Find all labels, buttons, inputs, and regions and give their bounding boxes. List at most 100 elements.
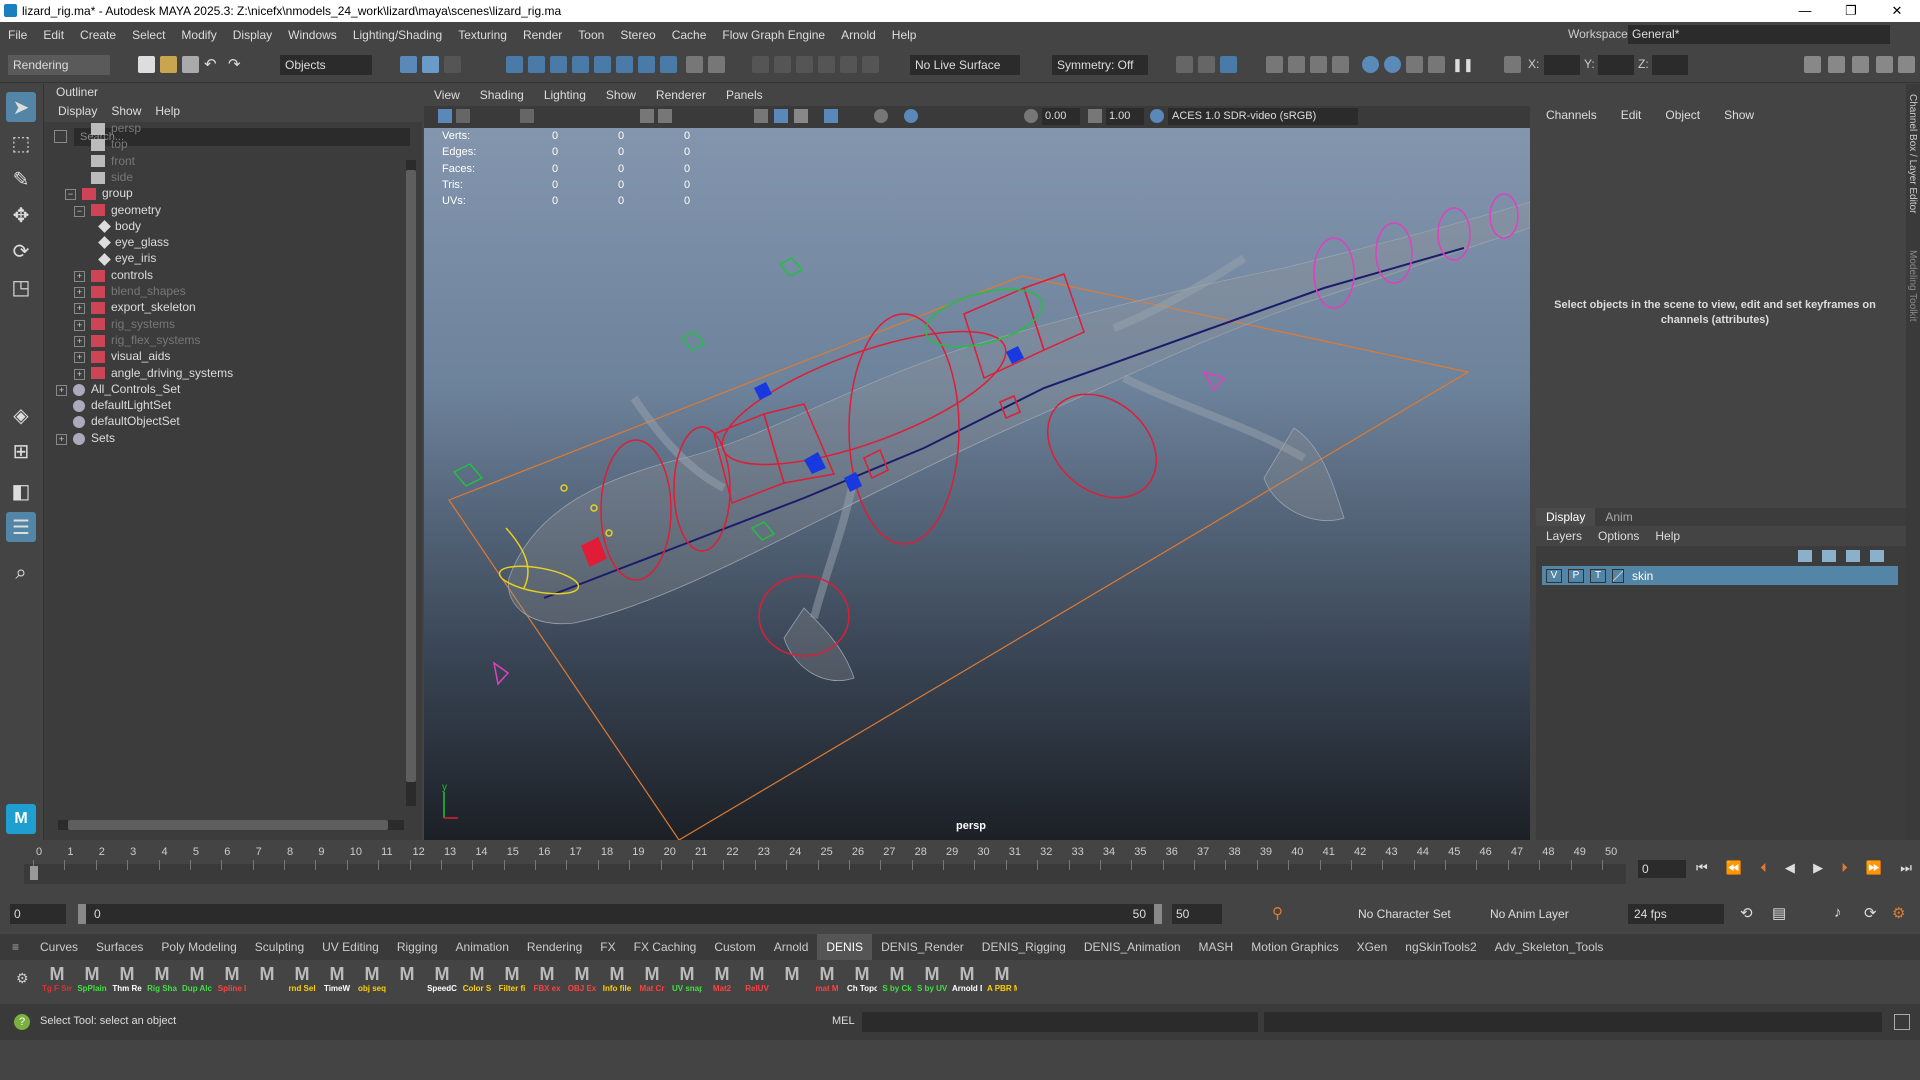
expand-toggle-icon[interactable]: + — [74, 352, 85, 364]
current-time-indicator[interactable] — [30, 866, 38, 880]
shelf-tab-denis-animation[interactable]: DENIS_Animation — [1075, 934, 1190, 960]
shelf-tab-rendering[interactable]: Rendering — [518, 934, 591, 960]
outliner-vscroll-thumb[interactable] — [406, 170, 416, 782]
outliner-item-top[interactable]: top — [74, 136, 128, 152]
shelf-button-spline-i[interactable]: M Spline I — [217, 964, 247, 996]
outliner-item-front[interactable]: front — [74, 153, 135, 169]
save-scene-icon[interactable] — [182, 56, 199, 73]
channel-menu-channels[interactable]: Channels — [1536, 108, 1611, 122]
snap-grid-icon[interactable] — [506, 56, 523, 73]
shelf-button-info-file[interactable]: M Info file — [602, 964, 632, 996]
exposure-field[interactable]: 0.00 — [1042, 108, 1080, 125]
shelf-button-obj-ex[interactable]: M OBJ Ex — [567, 964, 597, 996]
maya-home-icon[interactable]: M — [6, 804, 36, 834]
outliner-item-all-controls-set[interactable]: + All_Controls_Set — [56, 381, 180, 397]
menu-display[interactable]: Display — [225, 28, 280, 42]
x-field[interactable] — [1544, 55, 1580, 75]
step-back-frame-icon[interactable]: ⏴ — [1760, 860, 1767, 878]
film-gate-icon[interactable] — [658, 109, 672, 123]
arnold-render-icon[interactable] — [1362, 56, 1379, 73]
new-scene-icon[interactable] — [138, 56, 155, 73]
persp-outliner-layout-icon[interactable]: ◧ — [6, 476, 36, 506]
shelf-tab-custom[interactable]: Custom — [705, 934, 764, 960]
character-controls-icon[interactable] — [1828, 56, 1845, 73]
shelf-button-tool[interactable]: M — [777, 964, 807, 996]
symmetry-select[interactable]: Symmetry: Off — [1052, 55, 1148, 75]
shelf-tab-mash[interactable]: MASH — [1190, 934, 1243, 960]
shelf-button-s-by-ck[interactable]: MS by Ck — [882, 964, 912, 996]
menu-render[interactable]: Render — [515, 28, 570, 42]
expand-toggle-icon[interactable]: + — [56, 433, 67, 445]
menu-windows[interactable]: Windows — [280, 28, 345, 42]
animation-start-field[interactable]: 0 — [10, 904, 66, 924]
snap-point-icon[interactable] — [550, 56, 567, 73]
shelf-button-tg-f-sm[interactable]: M Tg F Sm — [42, 964, 72, 996]
render-view-icon[interactable] — [1176, 56, 1193, 73]
expand-toggle-icon[interactable]: + — [74, 335, 85, 347]
menu-modify[interactable]: Modify — [173, 28, 224, 42]
wireframe-icon[interactable] — [754, 109, 768, 123]
hypershade-icon[interactable] — [1288, 56, 1305, 73]
shelf-tab-poly-modeling[interactable]: Poly Modeling — [152, 934, 245, 960]
snap-help-icon[interactable] — [660, 56, 677, 73]
transform-mode-icon[interactable] — [1504, 56, 1521, 73]
new-layer-selected-icon[interactable] — [1870, 550, 1884, 562]
menu-stereo[interactable]: Stereo — [612, 28, 663, 42]
shelf-menu-icon[interactable]: ≡ — [0, 934, 31, 960]
outliner-item-side[interactable]: side — [74, 169, 133, 185]
render-frame-icon[interactable] — [1198, 56, 1215, 73]
lighting-icon[interactable] — [874, 109, 888, 123]
reflection-icon[interactable] — [862, 56, 879, 73]
outliner-menu-show[interactable]: Show — [97, 100, 141, 122]
layer-display-type-toggle[interactable]: T — [1590, 568, 1606, 583]
channel-menu-edit[interactable]: Edit — [1611, 108, 1656, 122]
bookmark-icon[interactable] — [520, 109, 534, 123]
shelf-tab-surfaces[interactable]: Surfaces — [87, 934, 152, 960]
new-empty-layer-icon[interactable] — [1846, 550, 1860, 562]
snap-view-plane-icon[interactable] — [594, 56, 611, 73]
redo-icon[interactable]: ↷ — [228, 56, 245, 73]
gamma-field[interactable]: 1.00 — [1106, 108, 1144, 125]
snap-grid2-icon[interactable] — [638, 56, 655, 73]
shelf-tab-uv-editing[interactable]: UV Editing — [313, 934, 388, 960]
shelf-button-spplain[interactable]: M SpPlain — [77, 964, 107, 996]
shelf-tab-sculpting[interactable]: Sculpting — [246, 934, 313, 960]
viewport-menu-view[interactable]: View — [424, 88, 470, 102]
render-settings-icon[interactable] — [1266, 56, 1283, 73]
menu-texturing[interactable]: Texturing — [450, 28, 515, 42]
lock-icon[interactable] — [686, 56, 703, 73]
smooth-shade-icon[interactable] — [774, 109, 788, 123]
outliner-item-rig-flex-systems[interactable]: + rig_flex_systems — [74, 332, 200, 348]
range-slider[interactable]: 0 50 — [78, 904, 1162, 924]
channel-menu-object[interactable]: Object — [1655, 108, 1714, 122]
step-forward-key-icon[interactable]: ⏩ — [1866, 860, 1882, 878]
menu-select[interactable]: Select — [124, 28, 173, 42]
shelf-button-color-s[interactable]: M Color S — [462, 964, 492, 996]
timeline-track[interactable] — [24, 864, 1626, 884]
outliner-menu-display[interactable]: Display — [44, 100, 97, 122]
outliner-item-controls[interactable]: + controls — [74, 267, 153, 283]
command-line-input[interactable] — [862, 1012, 1258, 1032]
viewport-menu-shading[interactable]: Shading — [470, 88, 534, 102]
time-slider[interactable]: 0 1 2 3 4 5 6 7 8 9 10 11 12 13 14 15 16 17 18 19 20 21 22 23 24… — [0, 842, 1920, 894]
channel-box-icon[interactable] — [1898, 56, 1915, 73]
command-language-label[interactable]: MEL — [832, 1015, 855, 1027]
script-editor-icon[interactable] — [1894, 1014, 1910, 1030]
light-editor-icon[interactable] — [1332, 56, 1349, 73]
view-transform-select[interactable]: ACES 1.0 SDR-video (sRGB) — [1168, 108, 1358, 125]
shelf-button-uv-snap[interactable]: M UV snap — [672, 964, 702, 996]
soft-select-icon[interactable] — [840, 56, 857, 73]
outliner-vscrollbar[interactable] — [406, 160, 416, 806]
channel-box-side-tab[interactable]: Channel Box / Layer Editor — [1907, 94, 1918, 214]
expand-toggle-icon[interactable]: + — [74, 319, 85, 331]
filter-icon[interactable] — [54, 130, 67, 143]
cache-playback-icon[interactable]: ▤ — [1772, 904, 1786, 922]
open-scene-icon[interactable] — [160, 56, 177, 73]
shelf-tab-fx-caching[interactable]: FX Caching — [625, 934, 706, 960]
outliner-item-defaultobjectset[interactable]: defaultObjectSet — [56, 413, 180, 429]
menu-arnold[interactable]: Arnold — [833, 28, 884, 42]
outliner-item-sets[interactable]: + Sets — [56, 430, 115, 446]
shelf-button-speedc[interactable]: M SpeedC — [427, 964, 457, 996]
shelf-settings-icon[interactable]: ⚙ — [16, 970, 29, 987]
outliner-item-defaultlightset[interactable]: defaultLightSet — [56, 397, 171, 413]
